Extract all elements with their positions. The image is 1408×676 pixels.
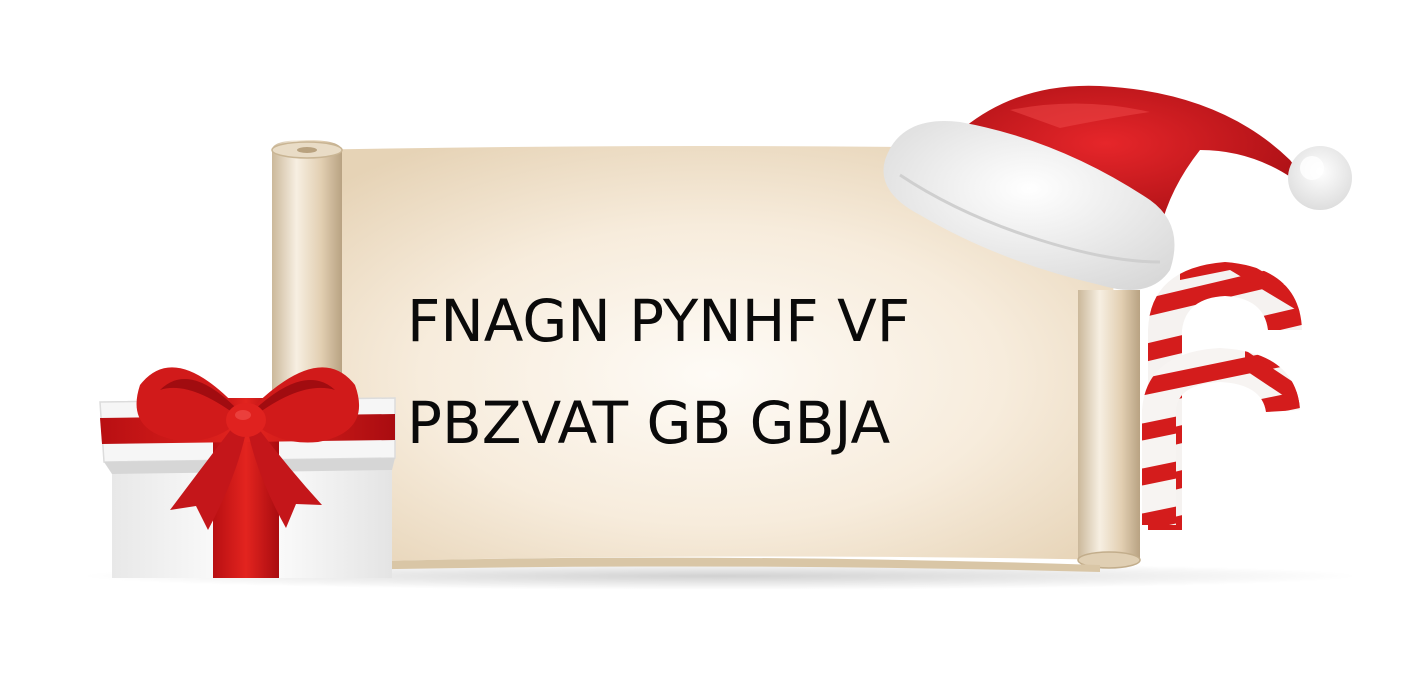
gift-box-icon — [99, 367, 396, 578]
message-line-1: FNAGN PYNHF VF — [407, 287, 911, 355]
scroll-message: FNAGN PYNHF VF PBZVAT GB GBJA — [407, 270, 1027, 474]
candy-cane-icon — [1142, 262, 1302, 530]
message-line-2: PBZVAT GB GBJA — [407, 389, 891, 457]
